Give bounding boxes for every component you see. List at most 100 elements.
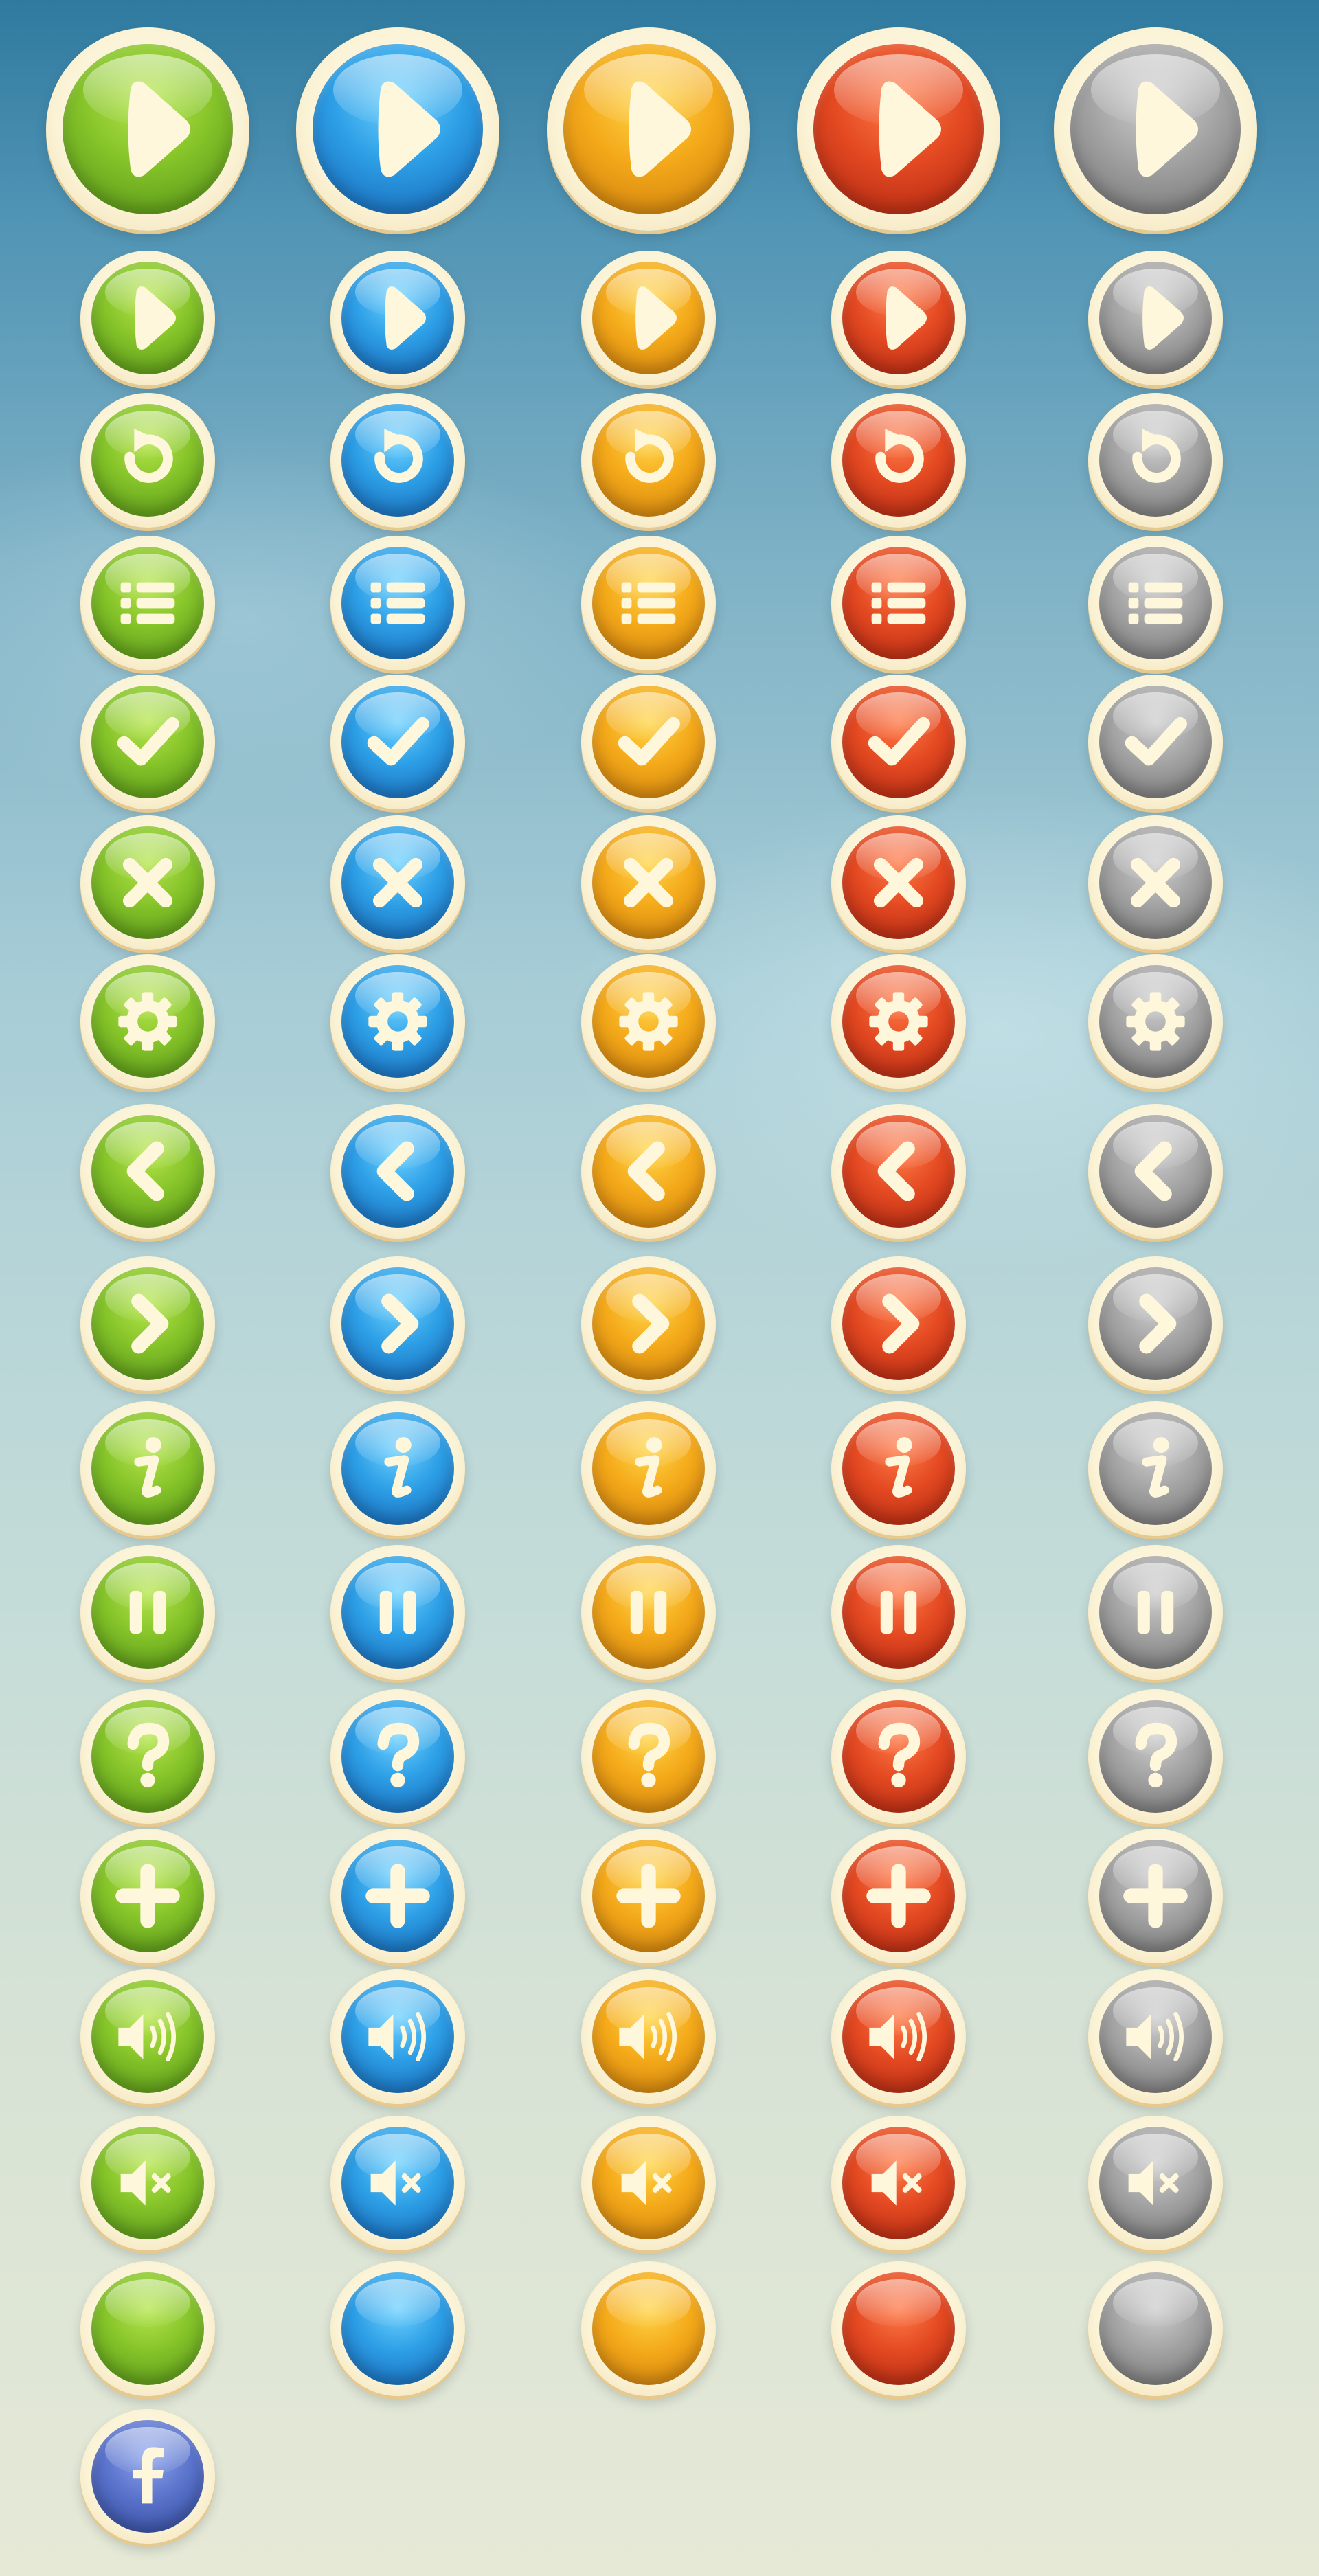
arrow-left-button-yellow[interactable]: [581, 1104, 716, 1239]
arrow-left-button-blue[interactable]: [330, 1104, 465, 1239]
list-button-blue[interactable]: [330, 536, 465, 670]
pause-button-yellow[interactable]: [581, 1545, 716, 1680]
button-face: [1099, 1267, 1212, 1380]
close-button-gray[interactable]: [1088, 815, 1223, 950]
arrow-right-button-green[interactable]: [80, 1256, 215, 1391]
check-button-blue[interactable]: [330, 675, 465, 809]
close-button-green[interactable]: [80, 815, 215, 950]
arrow-right-button-yellow[interactable]: [581, 1256, 716, 1391]
info-button-blue[interactable]: [330, 1401, 465, 1536]
play-large-button-blue[interactable]: [296, 27, 499, 231]
replay-button-blue[interactable]: [330, 393, 465, 528]
settings-button-yellow[interactable]: [581, 954, 716, 1089]
list-button-green[interactable]: [80, 536, 215, 670]
info-button-green[interactable]: [80, 1401, 215, 1536]
help-button-green[interactable]: [80, 1689, 215, 1824]
sound-on-button-yellow[interactable]: [581, 1969, 716, 2104]
play-large-button-gray[interactable]: [1054, 27, 1257, 231]
plus-button-blue[interactable]: [330, 1829, 465, 1963]
sound-on-button-gray[interactable]: [1088, 1969, 1223, 2104]
close-button-red[interactable]: [831, 815, 966, 950]
check-button-gray[interactable]: [1088, 675, 1223, 809]
play-button-yellow[interactable]: [581, 251, 716, 385]
help-button-red[interactable]: [831, 1689, 966, 1824]
replay-button-red[interactable]: [831, 393, 966, 528]
blank-button-green[interactable]: [80, 2261, 215, 2396]
button-face: [842, 404, 955, 517]
check-button-yellow[interactable]: [581, 675, 716, 809]
button-face: [341, 262, 454, 374]
blank-button-gray[interactable]: [1088, 2261, 1223, 2396]
settings-button-green[interactable]: [80, 954, 215, 1089]
pause-button-gray[interactable]: [1088, 1545, 1223, 1680]
arrow-right-button-blue[interactable]: [330, 1256, 465, 1391]
blank-button-yellow[interactable]: [581, 2261, 716, 2396]
plus-button-gray[interactable]: [1088, 1829, 1223, 1963]
help-button-blue[interactable]: [330, 1689, 465, 1824]
button-face: [1099, 1115, 1212, 1228]
button-face: [842, 1267, 955, 1380]
settings-button-gray[interactable]: [1088, 954, 1223, 1089]
play-button-red[interactable]: [831, 251, 966, 385]
button-face: [592, 1267, 705, 1380]
play-button-green[interactable]: [80, 251, 215, 385]
pause-button-blue[interactable]: [330, 1545, 465, 1680]
play-button-gray[interactable]: [1088, 251, 1223, 385]
facebook-button-facebook[interactable]: [80, 2409, 215, 2544]
play-large-button-red[interactable]: [797, 27, 1000, 231]
icon-sheet: [0, 0, 1319, 2576]
sound-on-button-blue[interactable]: [330, 1969, 465, 2104]
button-face: [91, 2420, 204, 2533]
pause-button-green[interactable]: [80, 1545, 215, 1680]
info-button-yellow[interactable]: [581, 1401, 716, 1536]
arrow-right-button-red[interactable]: [831, 1256, 966, 1391]
arrow-left-button-gray[interactable]: [1088, 1104, 1223, 1239]
plus-button-red[interactable]: [831, 1829, 966, 1963]
info-button-gray[interactable]: [1088, 1401, 1223, 1536]
plus-button-green[interactable]: [80, 1829, 215, 1963]
blank-button-red[interactable]: [831, 2261, 966, 2396]
arrow-left-button-green[interactable]: [80, 1104, 215, 1239]
list-button-red[interactable]: [831, 536, 966, 670]
button-face: [592, 1980, 705, 2093]
button-face: [842, 1412, 955, 1525]
button-face: [63, 44, 233, 214]
sound-off-button-gray[interactable]: [1088, 2116, 1223, 2250]
list-button-yellow[interactable]: [581, 536, 716, 670]
replay-button-gray[interactable]: [1088, 393, 1223, 528]
play-large-button-green[interactable]: [46, 27, 249, 231]
button-face: [341, 1980, 454, 2093]
blank-button-blue[interactable]: [330, 2261, 465, 2396]
play-button-blue[interactable]: [330, 251, 465, 385]
sound-on-button-red[interactable]: [831, 1969, 966, 2104]
pause-button-red[interactable]: [831, 1545, 966, 1680]
sound-off-button-red[interactable]: [831, 2116, 966, 2250]
sound-off-button-blue[interactable]: [330, 2116, 465, 2250]
check-button-red[interactable]: [831, 675, 966, 809]
button-face: [91, 1267, 204, 1380]
arrow-left-button-red[interactable]: [831, 1104, 966, 1239]
help-button-gray[interactable]: [1088, 1689, 1223, 1824]
button-face: [842, 1980, 955, 2093]
replay-button-yellow[interactable]: [581, 393, 716, 528]
button-face: [313, 44, 483, 214]
button-face: [91, 1412, 204, 1525]
replay-button-green[interactable]: [80, 393, 215, 528]
arrow-right-button-gray[interactable]: [1088, 1256, 1223, 1391]
plus-button-yellow[interactable]: [581, 1829, 716, 1963]
help-button-yellow[interactable]: [581, 1689, 716, 1824]
settings-button-red[interactable]: [831, 954, 966, 1089]
play-large-button-yellow[interactable]: [547, 27, 750, 231]
sound-off-button-yellow[interactable]: [581, 2116, 716, 2250]
info-button-red[interactable]: [831, 1401, 966, 1536]
button-face: [341, 1700, 454, 1813]
settings-button-blue[interactable]: [330, 954, 465, 1089]
check-button-green[interactable]: [80, 675, 215, 809]
list-button-gray[interactable]: [1088, 536, 1223, 670]
button-face: [592, 547, 705, 659]
close-button-yellow[interactable]: [581, 815, 716, 950]
close-button-blue[interactable]: [330, 815, 465, 950]
sound-on-button-green[interactable]: [80, 1969, 215, 2104]
button-face: [592, 1700, 705, 1813]
sound-off-button-green[interactable]: [80, 2116, 215, 2250]
